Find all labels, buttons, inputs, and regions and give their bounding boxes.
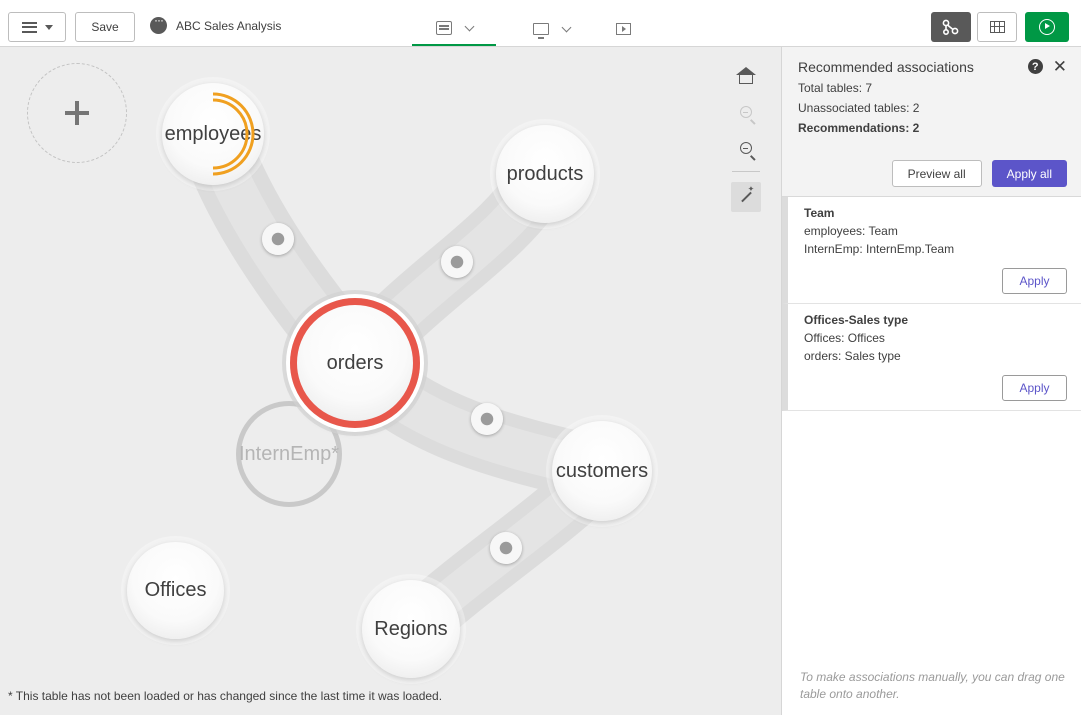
recommendation-field: employees: Team [804, 224, 898, 238]
table-node-offices[interactable]: Offices [127, 542, 224, 639]
table-node-label: products [506, 162, 584, 185]
zoom-in-icon [740, 106, 752, 118]
recommended-associations-button[interactable] [731, 182, 761, 212]
table-node-label: Regions [374, 617, 448, 640]
table-view-icon [989, 21, 1005, 33]
menu-icon [21, 21, 37, 33]
not-loaded-footnote: * This table has not been loaded or has … [8, 689, 443, 703]
top-toolbar: Save ABC Sales Analysis [0, 0, 1081, 47]
table-node-label: customers [555, 459, 649, 482]
employees-selection-arc [212, 92, 255, 176]
tab-present[interactable] [606, 12, 640, 46]
chevron-down-icon [561, 22, 571, 32]
data-manager-icon [435, 21, 452, 35]
zoom-out-icon [740, 142, 752, 154]
preview-all-button[interactable]: Preview all [891, 160, 982, 187]
table-node-customers[interactable]: customers [552, 421, 652, 521]
association-link-products-orders[interactable] [441, 246, 473, 278]
recommendation-item[interactable]: Team employees: Team InternEmp: InternEm… [782, 197, 1081, 304]
model-viewer-button[interactable] [931, 12, 971, 42]
chevron-down-icon [464, 21, 474, 31]
close-icon[interactable]: ✕ [1053, 58, 1067, 75]
caret-down-icon [44, 24, 53, 30]
table-node-products[interactable]: products [496, 125, 594, 223]
recommendation-name: Offices-Sales type [804, 313, 909, 327]
toolbar-divider [732, 171, 760, 172]
canvas-toolbar [728, 61, 764, 218]
tab-sheet[interactable] [516, 12, 586, 46]
table-node-label: orders [326, 351, 384, 374]
table-node-regions[interactable]: Regions [362, 580, 460, 678]
panel-header-buttons: Preview all Apply all [891, 160, 1067, 187]
magic-wand-icon [740, 191, 752, 203]
panel-header: Recommended associations ? ✕ Total table… [782, 47, 1081, 197]
present-icon [615, 23, 631, 35]
sheet-icon [532, 23, 549, 39]
app-icon [150, 13, 167, 34]
recommendation-name: Team [804, 206, 835, 220]
table-view-button[interactable] [977, 12, 1017, 42]
help-icon[interactable]: ? [1027, 59, 1043, 74]
association-canvas[interactable]: employees products InternEmp* orders cus… [0, 47, 781, 715]
plus-icon [65, 101, 89, 125]
home-icon [736, 67, 756, 84]
recommendation-item[interactable]: Offices-Sales type Offices: Offices orde… [782, 304, 1081, 411]
association-link-customers-regions[interactable] [490, 532, 522, 564]
unassociated-tables: Unassociated tables: 2 [798, 101, 920, 115]
app-title-area[interactable]: ABC Sales Analysis [150, 13, 282, 34]
global-menu-button[interactable] [8, 12, 66, 42]
table-node-orders[interactable]: orders [290, 298, 420, 428]
recommendation-field: InternEmp: InternEmp.Team [804, 242, 955, 256]
zoom-out-button[interactable] [731, 133, 761, 163]
save-button[interactable]: Save [75, 12, 135, 42]
association-link-employees-orders[interactable] [262, 223, 294, 255]
recommendations-count: Recommendations: 2 [798, 121, 920, 135]
recommendation-field: Offices: Offices [804, 331, 885, 345]
table-node-label: InternEmp* [238, 442, 340, 465]
recommended-associations-panel: Recommended associations ? ✕ Total table… [781, 47, 1081, 715]
zoom-in-button[interactable] [731, 97, 761, 127]
apply-button[interactable]: Apply [1002, 375, 1067, 401]
reset-view-button[interactable] [731, 61, 761, 91]
total-tables: Total tables: 7 [798, 81, 873, 95]
apply-button[interactable]: Apply [1002, 268, 1067, 294]
panel-header-actions: ? ✕ [1027, 58, 1067, 75]
table-node-label: Offices [144, 579, 207, 601]
app-title: ABC Sales Analysis [176, 18, 282, 33]
run-button[interactable] [1025, 12, 1069, 42]
tab-data-manager[interactable] [412, 12, 496, 46]
run-icon [1039, 19, 1055, 35]
add-table-button[interactable] [27, 63, 127, 163]
model-viewer-icon [942, 19, 959, 35]
apply-all-button[interactable]: Apply all [991, 160, 1067, 187]
association-link-orders-customers[interactable] [471, 403, 503, 435]
recommendation-field: orders: Sales type [804, 349, 901, 363]
panel-title: Recommended associations [798, 59, 974, 75]
manual-association-hint: To make associations manually, you can d… [800, 670, 1065, 701]
